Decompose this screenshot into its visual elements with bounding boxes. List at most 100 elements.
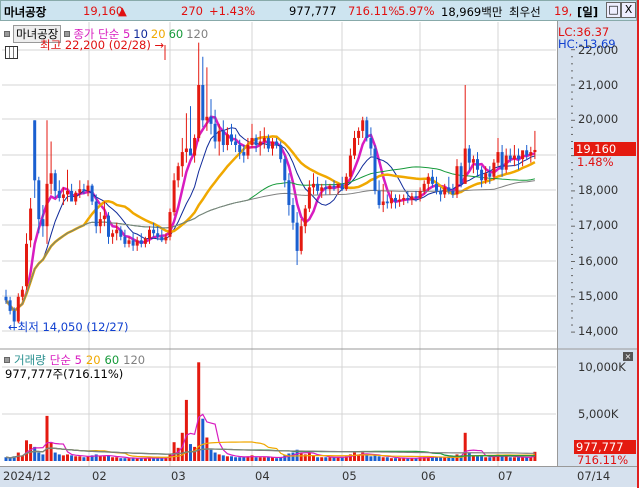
candle-body — [324, 187, 328, 190]
candle-body — [25, 243, 28, 287]
candle-body — [303, 208, 307, 227]
candle-body — [16, 296, 20, 322]
candle-body — [139, 240, 143, 244]
volume-bar — [476, 456, 479, 461]
vol-ma120-legend[interactable]: 120 — [123, 353, 145, 367]
candle-body — [459, 166, 463, 184]
candle-body — [189, 148, 192, 156]
candle-body — [4, 296, 8, 301]
volume-bar — [119, 458, 123, 461]
candle-body — [172, 180, 176, 213]
volume-bar — [209, 449, 213, 461]
candle-body — [254, 137, 258, 146]
pane-close-icon[interactable]: × — [623, 352, 633, 361]
candle-body — [70, 190, 74, 202]
candle-body — [82, 189, 86, 191]
candle-body — [66, 190, 69, 195]
candle-body — [98, 219, 102, 227]
volume-bar — [508, 457, 512, 461]
candle-body — [414, 196, 418, 198]
legend-marker-icon — [4, 31, 10, 37]
volume-bar — [74, 456, 78, 461]
candle-body — [512, 155, 516, 160]
candle-body — [217, 130, 221, 142]
volume-bar — [287, 453, 291, 461]
ma120-legend[interactable]: 120 — [186, 27, 208, 41]
candle-body — [320, 187, 324, 191]
left-arrow-icon: ← — [8, 320, 18, 334]
candle-body — [422, 183, 426, 191]
volume-bar — [123, 458, 127, 461]
price-volume-chart[interactable] — [0, 0, 639, 488]
candle-body — [508, 155, 512, 160]
volume-bar — [238, 457, 242, 461]
volume-bar — [385, 457, 389, 461]
volume-bar — [127, 458, 131, 461]
candle-body — [361, 120, 365, 131]
candle-body — [381, 201, 385, 206]
candle-body — [279, 145, 283, 160]
candle-body — [225, 134, 229, 146]
volume-bar — [217, 454, 221, 461]
price-tick-label: 16,000 — [578, 254, 619, 268]
candle-body — [41, 219, 45, 227]
candle-body — [299, 226, 303, 251]
volume-bar — [70, 455, 74, 461]
candle-body — [53, 173, 57, 191]
candle-body — [353, 137, 356, 156]
candle-body — [357, 130, 361, 138]
candle-body — [107, 215, 110, 237]
volume-bar — [115, 457, 119, 461]
volume-tick-label: 5,000K — [578, 407, 619, 421]
candle-body — [451, 190, 455, 195]
candle-body — [37, 180, 41, 220]
candle-body — [484, 173, 488, 181]
candle-body — [385, 201, 389, 204]
volume-bar — [266, 457, 270, 461]
date-label: 2024/12 — [3, 469, 51, 483]
candle-body — [467, 148, 471, 163]
candle-body — [332, 185, 336, 188]
volume-bar — [45, 415, 49, 461]
candle-body — [57, 190, 61, 198]
candle-body — [447, 187, 451, 191]
current-volume-pct: 716.11% — [577, 453, 629, 467]
candle-body — [348, 155, 352, 177]
volume-bar — [221, 455, 225, 461]
volume-bar — [316, 457, 320, 461]
volume-bar — [41, 454, 45, 461]
volume-bar — [398, 458, 402, 461]
candle-body — [480, 169, 484, 181]
volume-bar — [225, 456, 229, 461]
volume-bar — [377, 456, 381, 461]
grid-settings-icon[interactable] — [5, 46, 18, 59]
volume-bar — [53, 452, 57, 461]
candle-body — [529, 152, 533, 156]
vol-ma20-legend[interactable]: 20 — [86, 353, 101, 367]
candle-body — [8, 300, 12, 311]
candle-body — [312, 183, 315, 188]
volume-bar — [307, 452, 311, 461]
current-price-tag: 19,160 — [574, 142, 636, 156]
candle-body — [525, 150, 529, 156]
ma60-legend[interactable]: 60 — [169, 27, 184, 41]
volume-readout: 977,777주(716.11%) — [5, 367, 124, 381]
candle-body — [119, 229, 123, 237]
volume-bar — [213, 452, 217, 461]
candle-body — [242, 152, 246, 156]
vol-ma60-legend[interactable]: 60 — [105, 353, 120, 367]
price-tick-label: 17,000 — [578, 218, 619, 232]
date-label: 02 — [92, 469, 107, 483]
date-label: 03 — [171, 469, 186, 483]
candle-body — [213, 123, 217, 142]
volume-bar — [291, 452, 295, 461]
volume-bar — [517, 457, 520, 461]
candle-body — [389, 197, 393, 204]
candle-body — [29, 208, 33, 241]
candle-body — [262, 137, 266, 142]
restore-button[interactable]: □ — [606, 2, 621, 18]
close-button[interactable]: X — [621, 2, 636, 18]
candle-body — [33, 120, 37, 181]
right-arrow-icon: → — [154, 38, 165, 52]
volume-bar — [78, 456, 82, 461]
